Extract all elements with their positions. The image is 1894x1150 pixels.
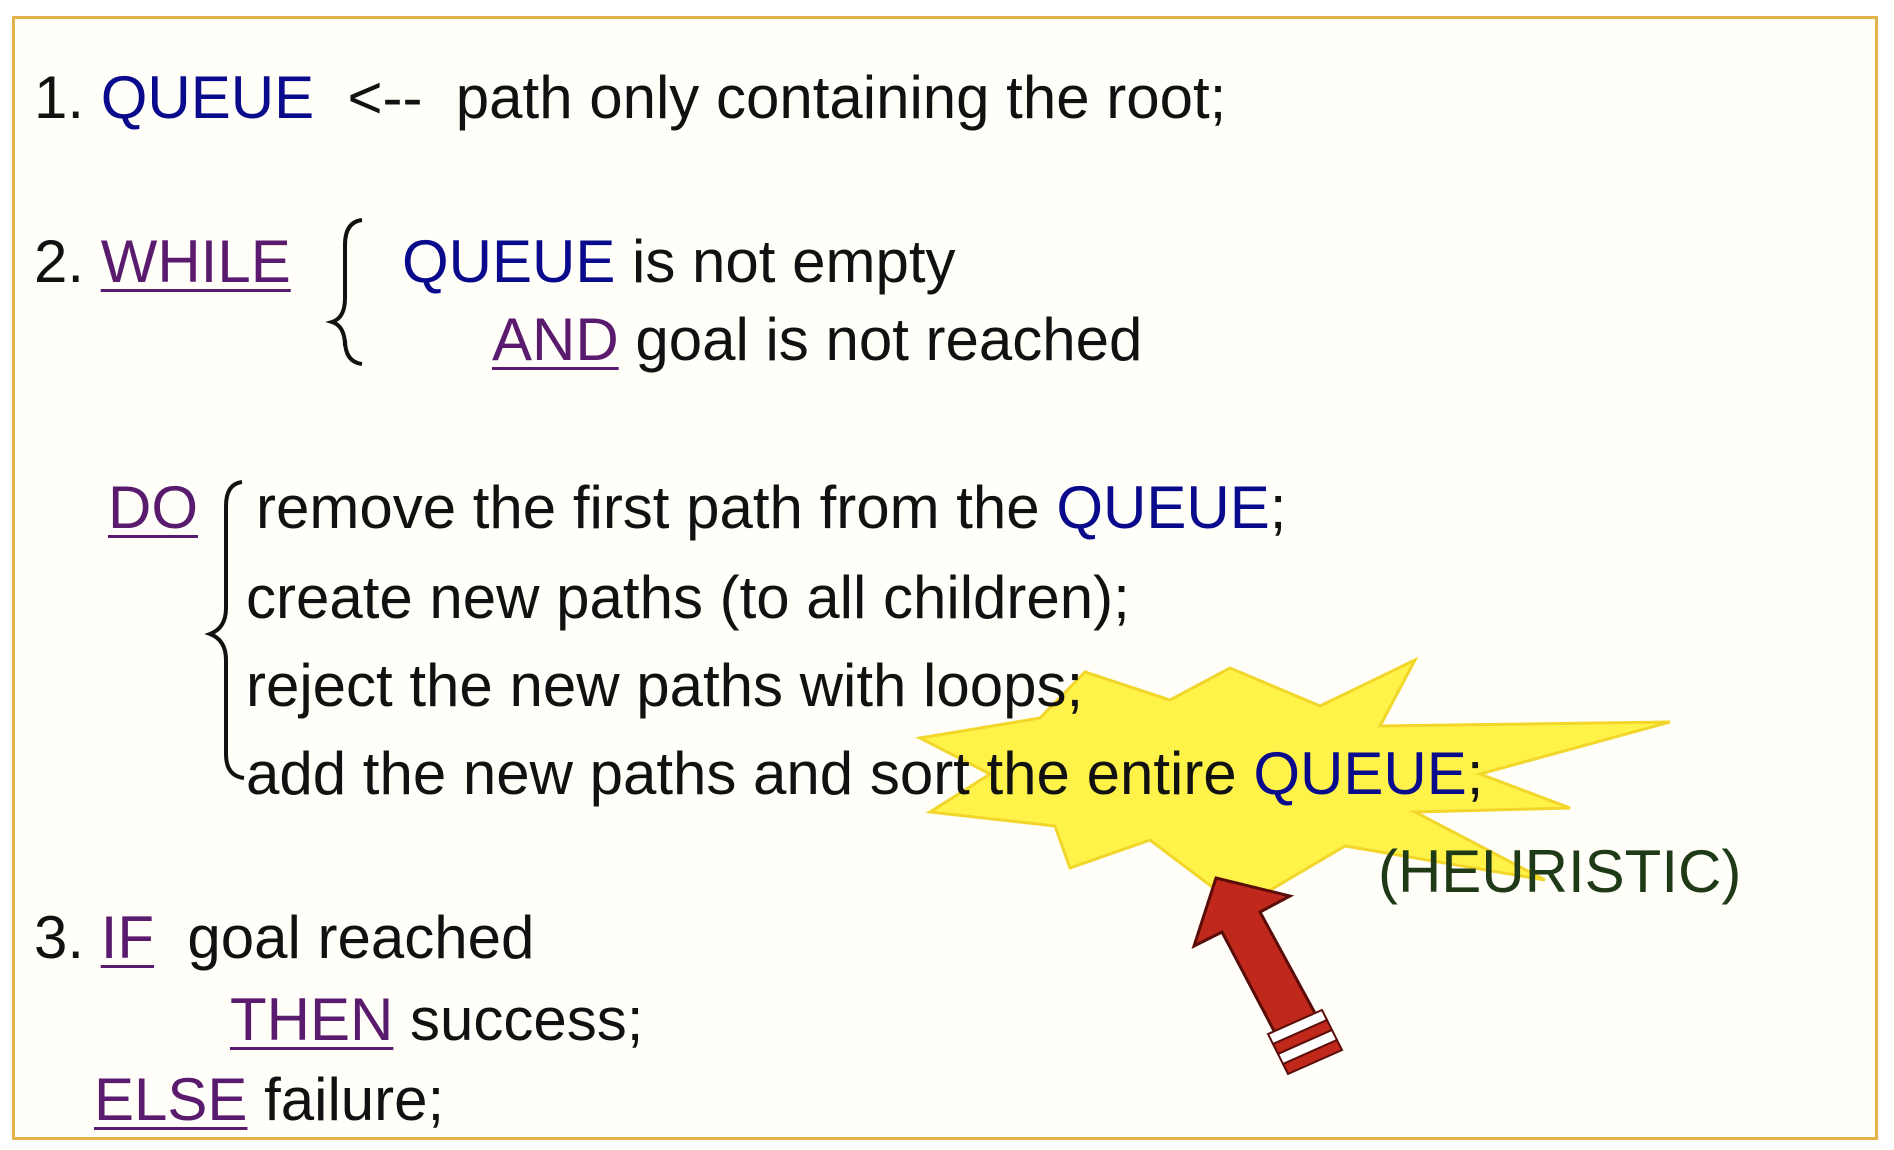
do-brace-icon (204, 480, 245, 780)
do-line1-text: remove the first path from the (256, 474, 1040, 541)
else-keyword: ELSE (94, 1066, 248, 1133)
and-keyword: AND (492, 306, 619, 373)
step3-number: 3. (34, 904, 85, 971)
then-keyword: THEN (230, 986, 394, 1053)
do-line4-text: add the new paths and sort the entire (246, 740, 1237, 807)
step1-arrow: <-- (347, 64, 423, 131)
do-line3-text: reject the new paths with loops; (246, 652, 1084, 719)
do-line1-queue: QUEUE (1056, 474, 1270, 541)
step2-line: 2. WHILE (34, 232, 291, 292)
step2-number: 2. (34, 228, 85, 295)
step3-then-line: THEN success; (230, 990, 643, 1050)
do-line2-text: create new paths (to all children); (246, 564, 1130, 631)
while-keyword: WHILE (100, 228, 291, 295)
step1-queue: QUEUE (100, 64, 315, 131)
step1-number: 1. (34, 64, 85, 131)
red-arrow-icon (1191, 876, 1344, 1076)
do-line4-queue: QUEUE (1253, 740, 1467, 807)
do-line-2: create new paths (to all children); (246, 568, 1130, 628)
do-line-3: reject the new paths with loops; (246, 656, 1083, 716)
if-rest: goal reached (187, 904, 535, 971)
heuristic-label: (HEURISTIC) (1378, 838, 1742, 905)
step1-line: 1. QUEUE <-- path only containing the ro… (34, 68, 1226, 128)
step1-text: path only containing the root; (455, 64, 1227, 131)
then-rest: success; (410, 986, 644, 1053)
do-keyword-line: DO (108, 478, 198, 538)
while-brace-icon (325, 218, 363, 366)
step3-if-line: 3. IF goal reached (34, 908, 534, 968)
while-queue: QUEUE (402, 228, 616, 295)
else-rest: failure; (264, 1066, 445, 1133)
do-line4-end: ; (1466, 740, 1484, 807)
while-condition-1: QUEUE is not empty (402, 232, 956, 292)
while-cond2-rest: goal is not reached (635, 306, 1143, 373)
step3-else-line: ELSE failure; (94, 1070, 444, 1130)
do-line-1: remove the first path from the QUEUE; (256, 478, 1286, 538)
do-line-4: add the new paths and sort the entire QU… (246, 744, 1483, 804)
do-line1-end: ; (1269, 474, 1287, 541)
while-condition-2: AND goal is not reached (492, 310, 1142, 370)
if-keyword: IF (100, 904, 155, 971)
while-cond1-rest: is not empty (632, 228, 956, 295)
slide-canvas: 1. QUEUE <-- path only containing the ro… (0, 0, 1894, 1150)
do-keyword: DO (108, 474, 198, 541)
